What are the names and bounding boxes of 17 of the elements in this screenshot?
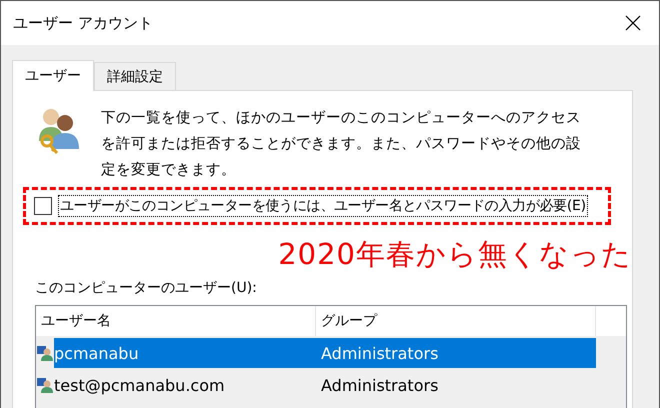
user-icon — [36, 376, 54, 394]
column-header[interactable]: ユーザー名 — [36, 306, 316, 336]
column-header[interactable]: グループ — [316, 306, 596, 336]
description-text: 下の一覧を使って、ほかのユーザーのこのコンピューターへのアクセスを許可または拒否することができます。また、パスワードやその他の設定を変更できます。 — [101, 109, 582, 180]
group-cell[interactable]: Administrators — [316, 338, 596, 368]
user-name-cell[interactable]: test@pcmanabu.com — [54, 370, 316, 400]
checkbox[interactable] — [34, 197, 52, 215]
tab[interactable]: ユーザー — [12, 60, 94, 91]
user-icon — [36, 344, 54, 362]
users-label: このコンピューターのユーザー(U): — [35, 279, 258, 297]
checkbox-label[interactable]: ユーザーがこのコンピューターを使うには、ユーザー名とパスワードの入力が必要(E) — [58, 195, 588, 217]
annotation-text: 2020年春から無くなった — [278, 236, 632, 273]
close-icon[interactable] — [625, 15, 641, 31]
group-cell[interactable]: Administrators — [316, 370, 596, 400]
tab[interactable]: 詳細設定 — [94, 62, 176, 90]
user-name-cell[interactable]: pcmanabu — [54, 338, 316, 368]
window-title: ユーザー アカウント — [13, 14, 153, 32]
